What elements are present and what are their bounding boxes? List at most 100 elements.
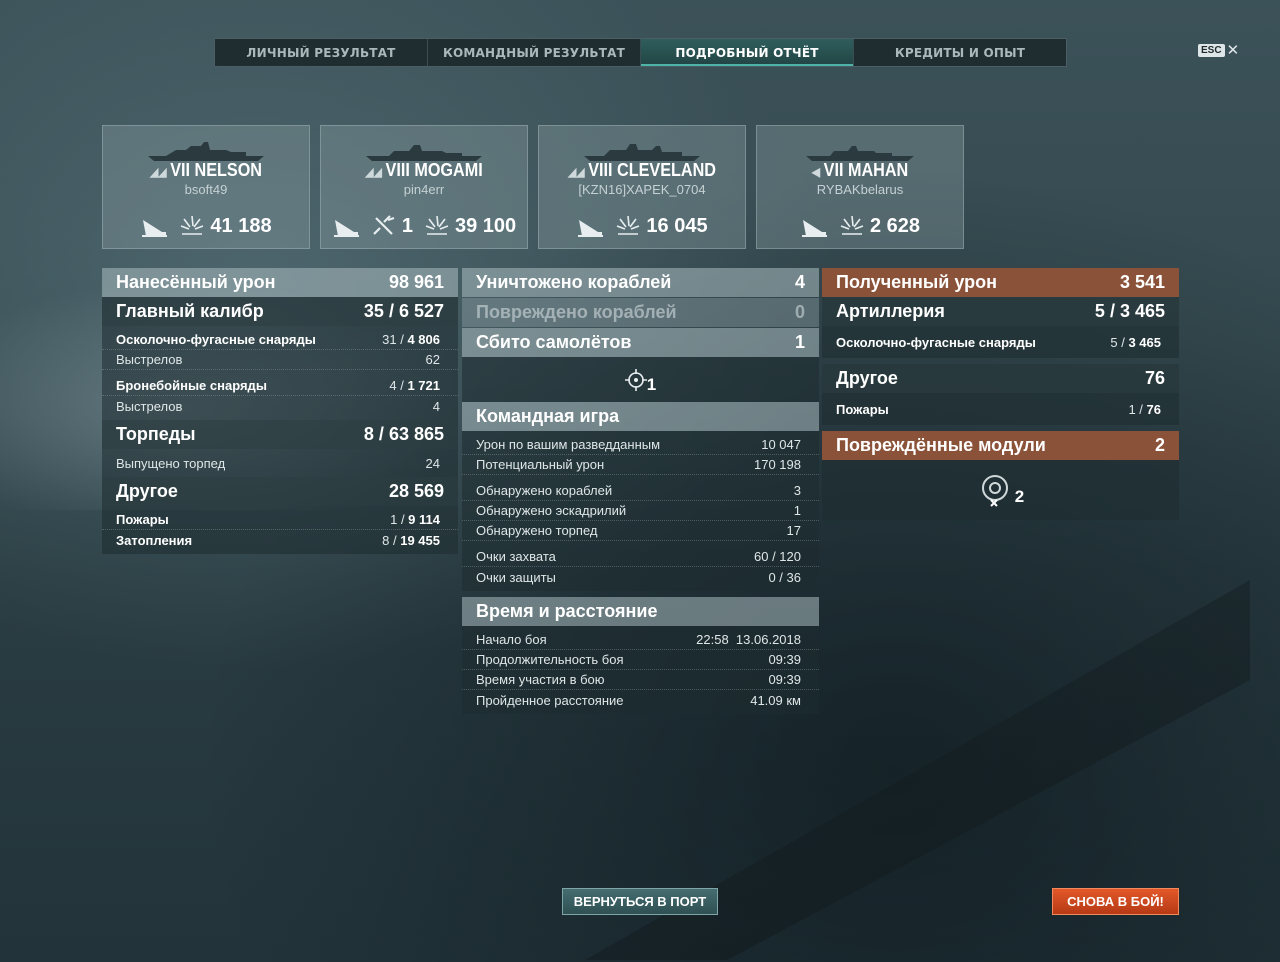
other-received-header: Другое 76 [822, 364, 1179, 393]
return-to-port-button[interactable]: ВЕРНУТЬСЯ В ПОРТ [562, 888, 718, 915]
player-name: [KZN16]XAPEK_0704 [578, 182, 706, 197]
ship-name-text: VIII CLEVELAND [588, 160, 717, 180]
damage-received-header: Полученный урон 3 541 [822, 268, 1179, 297]
stat-row: Пожары 1 / 9 114 [102, 510, 458, 530]
stat-row: Выпущено торпед 24 [116, 455, 440, 471]
stat-row: Пройденное расстояние 41.09 км [476, 692, 801, 708]
damage-dealt-panel: Нанесённый урон 98 961 Главный калибр 35… [102, 268, 458, 554]
ship-stats: 41 188 [103, 214, 309, 238]
close-icon: ✕ [1226, 42, 1240, 59]
ship-stats: 1 39 100 [321, 214, 527, 238]
other-received-rows: Пожары 1 / 76 [822, 393, 1179, 425]
damage-received-panel: Полученный урон 3 541 Артиллерия 5 / 3 46… [822, 268, 1179, 520]
damage-splash-icon [425, 215, 449, 235]
other-damage-header: Другое 28 569 [102, 477, 458, 506]
sunk-ship-icon [578, 220, 604, 237]
other-damage-rows: Пожары 1 / 9 114 Затопления 8 / 19 455 [102, 506, 458, 554]
teamwork-rows: Урон по вашим разведданным 10 047 Потенци… [462, 431, 819, 591]
header-value: 8 / 63 865 [363, 424, 444, 444]
damage-splash-icon [181, 215, 204, 235]
ship-name-text: VII MAHAN [823, 160, 909, 180]
teamwork-header: Командная игра [462, 402, 819, 431]
ship-class-icon: ◢◢ [365, 165, 382, 179]
stat-row: Время участия в бою 09:39 [462, 670, 819, 690]
ship-name: ◢◢ VIII MOGAMI [331, 160, 516, 181]
cruiser-silhouette-icon [584, 144, 700, 161]
stat-row: Очки защиты 0 / 36 [476, 569, 801, 585]
torpedoes-header: Торпеды 8 / 63 865 [102, 420, 458, 449]
tab-detailed-report[interactable]: ПОДРОБНЫЙ ОТЧЁТ [641, 39, 854, 66]
damage-splash-icon [840, 215, 864, 235]
ship-stats: 2 628 [757, 214, 963, 238]
damage-value: 2 628 [869, 214, 921, 237]
stat-row: Потенциальный урон 170 198 [462, 455, 819, 475]
damage-value: 16 045 [646, 214, 708, 237]
destroyer-silhouette-icon [806, 146, 914, 161]
damage-value: 41 188 [210, 214, 272, 237]
main-battery-rows: Осколочно-фугасные снаряды 31 / 4 806 Выс… [102, 326, 458, 420]
ship-name: ◢◢ VIII CLEVELAND [549, 160, 734, 181]
stat-row: Осколочно-фугасные снаряды 5 / 3 465 [836, 334, 1161, 350]
modules-icon-count: 2 [1014, 487, 1025, 506]
damaged-modules-header: Повреждённые модули 2 [822, 431, 1179, 460]
stat-row: Бронебойные снаряды 4 / 1 721 [102, 376, 458, 396]
result-tabs: ЛИЧНЫЙ РЕЗУЛЬТАТ КОМАНДНЫЙ РЕЗУЛЬТАТ ПОД… [214, 38, 1067, 67]
plane-shot-down-icon [373, 215, 395, 235]
battleship-silhouette-icon [148, 142, 264, 161]
damage-dealt-header: Нанесённый урон 98 961 [102, 268, 458, 297]
ship-class-icon: ◀ [811, 165, 821, 179]
esc-key-label: ESC [1198, 44, 1225, 57]
header-value: 28 569 [388, 481, 444, 501]
player-name: RYBAKbelarus [816, 182, 904, 197]
ship-card-mogami: ◢◢ VIII MOGAMI pin4err 1 39 100 [320, 125, 528, 249]
battle-again-button[interactable]: СНОВА В БОЙ! [1052, 888, 1179, 915]
stat-row: Урон по вашим разведданным 10 047 [462, 435, 819, 455]
tab-team-result[interactable]: КОМАНДНЫЙ РЕЗУЛЬТАТ [428, 39, 641, 66]
header-label: Главный калибр [116, 301, 264, 321]
stat-row: Выстрелов 62 [102, 350, 458, 370]
damage-splash-icon [617, 215, 640, 235]
stat-row: Начало боя 22:58 13.06.2018 [462, 630, 819, 650]
stat-row: Очки захвата 60 / 120 [462, 547, 819, 567]
torpedoes-rows: Выпущено торпед 24 [102, 449, 458, 477]
main-battery-header: Главный калибр 35 / 6 527 [102, 297, 458, 326]
stat-row: Обнаружено кораблей 3 [462, 481, 819, 501]
ship-class-icon: ◢◢ [567, 165, 585, 179]
player-name: bsoft49 [184, 182, 228, 197]
ship-name-text: VIII MOGAMI [385, 160, 483, 180]
ship-card-mahan: ◀ VII MAHAN RYBAKbelarus 2 628 [756, 125, 964, 249]
ships-damaged-header: Повреждено кораблей 0 [462, 298, 819, 327]
ship-class-icon: ◢◢ [149, 165, 167, 179]
header-label: Торпеды [116, 424, 196, 444]
tab-credits-and-xp[interactable]: КРЕДИТЫ И ОПЫТ [854, 39, 1066, 66]
cruiser-silhouette-icon [366, 145, 482, 161]
stat-row: Обнаружено торпед 17 [462, 521, 819, 541]
damaged-modules-detail: 2 [822, 460, 1179, 520]
sunk-ship-icon [801, 220, 827, 237]
stat-row: Обнаружено эскадрилий 1 [462, 501, 819, 521]
player-name: pin4err [403, 182, 445, 197]
stat-row: Затопления 8 / 19 455 [116, 532, 440, 548]
tab-personal-result[interactable]: ЛИЧНЫЙ РЕЗУЛЬТАТ [215, 39, 428, 66]
planes-shot-down-detail: 1 [462, 357, 819, 402]
ship-name: ◀ VII MAHAN [767, 160, 952, 181]
esc-close-button[interactable]: ESC ✕ [1198, 43, 1239, 58]
ship-card-nelson: ◢◢ VII NELSON bsoft49 41 188 [102, 125, 310, 249]
damage-value: 39 100 [454, 214, 517, 237]
ship-card-cleveland: ◢◢ VIII CLEVELAND [KZN16]XAPEK_0704 16 04… [538, 125, 746, 249]
time-distance-rows: Начало боя 22:58 13.06.2018 Продолжительн… [462, 626, 819, 714]
stat-row: Осколочно-фугасные снаряды 31 / 4 806 [102, 330, 458, 350]
time-distance-header: Время и расстояние [462, 597, 819, 626]
stat-row: Выстрелов 4 [116, 398, 440, 414]
planes-shot-down-header: Сбито самолётов 1 [462, 328, 819, 357]
ship-name: ◢◢ VII NELSON [113, 160, 298, 181]
header-label: Другое [116, 481, 178, 501]
stat-row: Пожары 1 / 76 [836, 401, 1161, 417]
planes-icon-count: 1 [646, 374, 657, 394]
header-value: 35 / 6 527 [363, 301, 444, 321]
header-value: 98 961 [388, 272, 444, 292]
damaged-module-icon [981, 475, 1008, 507]
header-label: Нанесённый урон [116, 272, 276, 292]
artillery-header: Артиллерия 5 / 3 465 [822, 297, 1179, 326]
artillery-rows: Осколочно-фугасные снаряды 5 / 3 465 [822, 326, 1179, 358]
